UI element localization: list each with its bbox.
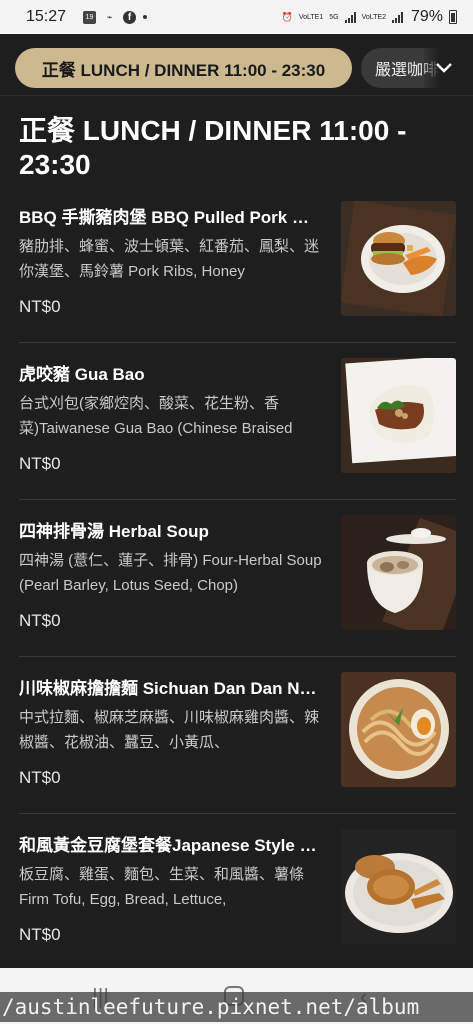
signal-1-icon [344, 11, 356, 23]
volte2-label: VoLTE2 [361, 13, 386, 21]
tab-lunch-dinner[interactable]: 正餐 LUNCH / DINNER 11:00 - 23:30 [15, 48, 352, 88]
item-price: NT$0 [19, 925, 61, 944]
item-photo-gua-bao[interactable] [341, 358, 456, 473]
item-photo-dan-dan-noodles[interactable] [341, 672, 456, 787]
menu-item[interactable]: 四神排骨湯 Herbal Soup 四神湯 (薏仁、蓮子、排骨) Four-He… [19, 500, 456, 657]
item-name: BBQ 手撕豬肉堡 BBQ Pulled Pork Burger [19, 208, 319, 227]
menu-item-list: BBQ 手撕豬肉堡 BBQ Pulled Pork Burger 豬肋排、蜂蜜、… [19, 186, 456, 971]
item-description: 豬肋排、蜂蜜、波士頓葉、紅番茄、鳳梨、迷你漢堡、馬鈴薯 Pork Ribs, H… [19, 238, 320, 280]
5g-label: 5G [329, 13, 339, 21]
item-price: NT$0 [19, 297, 61, 316]
item-description: 四神湯 (薏仁、蓮子、排骨) Four-Herbal Soup (Pearl B… [19, 552, 322, 594]
status-time: 15:27 [26, 8, 67, 25]
item-photo-tofu-burger[interactable] [341, 829, 456, 944]
watermark: /austinleefuture.pixnet.net/album [0, 992, 473, 1022]
alarm-icon: ⏰ [281, 11, 293, 22]
more-notifications-icon [143, 15, 148, 19]
menu-item[interactable]: 川味椒麻擔擔麵 Sichuan Dan Dan Noodles 中式拉麵、椒麻芝… [19, 657, 456, 814]
category-tab-bar: 正餐 LUNCH / DINNER 11:00 - 23:30 嚴選咖啡 [0, 34, 473, 96]
menu-item[interactable]: 虎咬豬 Gua Bao 台式刈包(家鄉焢肉、酸菜、花生粉、香菜)Taiwanes… [19, 343, 456, 500]
item-description: 台式刈包(家鄉焢肉、酸菜、花生粉、香菜)Taiwanese Gua Bao (C… [19, 395, 293, 437]
facebook-icon: f [123, 10, 137, 24]
item-name: 四神排骨湯 Herbal Soup [19, 522, 209, 541]
calendar-notification-icon: 19 [83, 10, 97, 24]
expand-categories-button[interactable] [424, 48, 464, 88]
item-name: 川味椒麻擔擔麵 Sichuan Dan Dan Noodles [19, 679, 319, 698]
menu-item[interactable]: BBQ 手撕豬肉堡 BBQ Pulled Pork Burger 豬肋排、蜂蜜、… [19, 186, 456, 343]
item-price: NT$0 [19, 611, 61, 630]
battery-percent: 79% [410, 8, 443, 25]
item-name: 和風黃金豆腐堡套餐Japanese Style Tofu Burger [19, 836, 319, 855]
item-photo-herbal-soup[interactable] [341, 515, 456, 630]
item-price: NT$0 [19, 454, 61, 473]
menu-item[interactable]: 和風黃金豆腐堡套餐Japanese Style Tofu Burger 板豆腐、… [19, 814, 456, 971]
volte1-label: VoLTE1 [298, 13, 324, 21]
status-bar: 15:27 19 ⌁ f ⏰ VoLTE1 5G VoLTE2 79% [0, 0, 473, 34]
item-description: 板豆腐、雞蛋、麵包、生菜、和風醬、薯條 Firm Tofu, Egg, Brea… [19, 866, 305, 908]
item-name: 虎咬豬 Gua Bao [19, 365, 145, 384]
item-price: NT$0 [19, 768, 61, 787]
item-description: 中式拉麵、椒麻芝麻醬、川味椒麻雞肉醬、辣椒醬、花椒油、蠶豆、小黃瓜、 [19, 709, 320, 751]
signal-2-icon [391, 11, 403, 23]
battery-icon [449, 10, 457, 24]
missed-call-icon: ⌁ [106, 11, 113, 22]
item-photo-burger[interactable] [341, 201, 456, 316]
section-title: 正餐 LUNCH / DINNER 11:00 - 23:30 [19, 115, 407, 180]
chevron-down-icon [436, 63, 452, 73]
